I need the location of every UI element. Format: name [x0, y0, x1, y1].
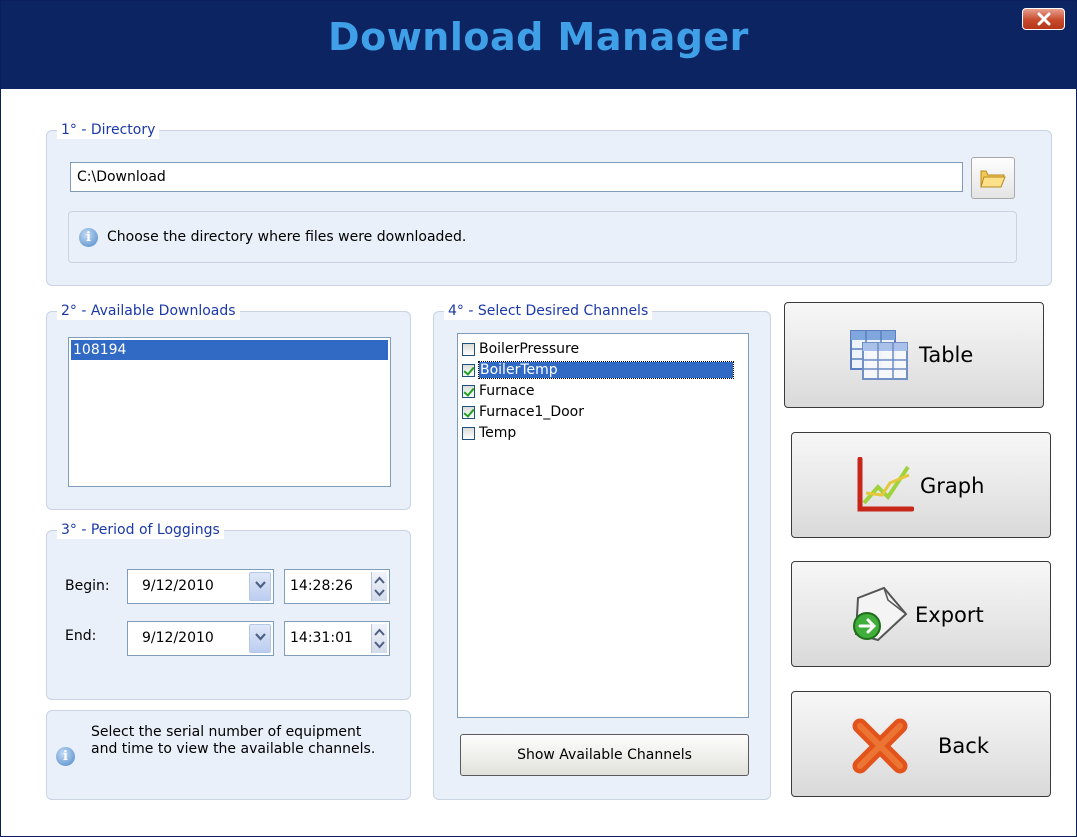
channel-item-boilertemp[interactable]: BoilerTemp — [462, 360, 734, 380]
end-time-spin-arrows[interactable] — [371, 624, 387, 653]
channel-checkbox[interactable] — [462, 426, 475, 440]
begin-time-value: 14:28:26 — [290, 578, 353, 594]
window-title: Download Manager — [328, 15, 749, 59]
graph-button[interactable]: Graph — [791, 432, 1051, 538]
channel-label: Furnace — [479, 383, 535, 399]
channel-label: BoilerPressure — [479, 341, 580, 357]
spin-arrows-icon — [374, 576, 385, 597]
directory-legend: 1° - Directory — [57, 121, 160, 139]
downloads-group: 2° - Available Downloads 108194 — [46, 302, 411, 510]
graph-button-label: Graph — [920, 474, 985, 498]
export-icon — [853, 586, 908, 642]
channels-group: 4° - Select Desired Channels BoilerPress… — [433, 302, 771, 800]
channel-item-boilerpressure[interactable]: BoilerPressure — [462, 339, 579, 359]
table-icon — [850, 330, 908, 380]
channel-checkbox[interactable] — [462, 342, 475, 356]
show-available-channels-button[interactable]: Show Available Channels — [460, 734, 749, 776]
begin-date-dropdown[interactable] — [249, 572, 271, 601]
begin-time-spin-arrows[interactable] — [371, 572, 387, 601]
info-icon: i — [56, 747, 75, 766]
info-icon: i — [79, 227, 98, 247]
download-manager-window: Download Manager 1° - Directory C:\Downl… — [0, 0, 1077, 837]
graph-icon — [857, 457, 914, 512]
table-button[interactable]: Table — [784, 302, 1044, 408]
channels-list[interactable]: BoilerPressure BoilerTemp Furnace Furnac… — [457, 333, 749, 718]
begin-time-spinner[interactable]: 14:28:26 — [284, 569, 390, 604]
begin-date-value: 9/12/2010 — [142, 578, 214, 594]
channel-checkbox[interactable] — [462, 384, 475, 398]
end-label: End: — [65, 628, 97, 644]
period-legend: 3° - Period of Loggings — [57, 521, 224, 539]
close-button[interactable] — [1022, 8, 1065, 30]
directory-info-panel: i Choose the directory where files were … — [68, 211, 1017, 263]
channel-checkbox[interactable] — [462, 363, 475, 377]
directory-group: 1° - Directory C:\Download i Choose the … — [46, 121, 1052, 286]
back-button[interactable]: Back — [791, 691, 1051, 797]
chevron-down-icon — [255, 581, 266, 589]
export-button-label: Export — [915, 603, 984, 627]
export-button[interactable]: Export — [791, 561, 1051, 667]
end-date-value: 9/12/2010 — [142, 630, 214, 646]
begin-label: Begin: — [65, 578, 110, 594]
end-time-spinner[interactable]: 14:31:01 — [284, 621, 390, 656]
end-date-dropdown[interactable] — [249, 624, 271, 653]
period-group: 3° - Period of Loggings Begin: 9/12/2010… — [46, 521, 411, 700]
directory-path-input[interactable]: C:\Download — [70, 162, 963, 192]
downloads-legend: 2° - Available Downloads — [57, 302, 240, 320]
channel-item-furnace1-door[interactable]: Furnace1_Door — [462, 402, 584, 422]
channel-item-temp[interactable]: Temp — [462, 423, 516, 443]
begin-date-picker[interactable]: 9/12/2010 — [127, 569, 274, 604]
end-time-value: 14:31:01 — [290, 630, 353, 646]
channel-checkbox[interactable] — [462, 405, 475, 419]
hint-panel: i Select the serial number of equipment … — [46, 710, 411, 800]
directory-info-text: Choose the directory where files were do… — [107, 229, 467, 245]
table-button-label: Table — [919, 343, 974, 367]
back-button-label: Back — [938, 734, 989, 758]
channel-label: Temp — [479, 425, 517, 441]
channel-label: Furnace1_Door — [479, 404, 585, 420]
channels-legend: 4° - Select Desired Channels — [444, 302, 653, 320]
end-date-picker[interactable]: 9/12/2010 — [127, 621, 274, 656]
channel-label: BoilerTemp — [478, 361, 734, 379]
downloads-list[interactable]: 108194 — [68, 337, 391, 487]
hint-text: Select the serial number of equipment an… — [91, 724, 376, 757]
download-item[interactable]: 108194 — [71, 340, 388, 360]
folder-open-icon — [980, 170, 1006, 188]
channel-item-furnace[interactable]: Furnace — [462, 381, 534, 401]
close-icon — [1037, 12, 1051, 26]
spin-arrows-icon — [374, 628, 385, 649]
browse-folder-button[interactable] — [971, 157, 1015, 199]
close-x-icon — [852, 718, 908, 774]
title-bar: Download Manager — [1, 1, 1076, 89]
chevron-down-icon — [255, 633, 266, 641]
